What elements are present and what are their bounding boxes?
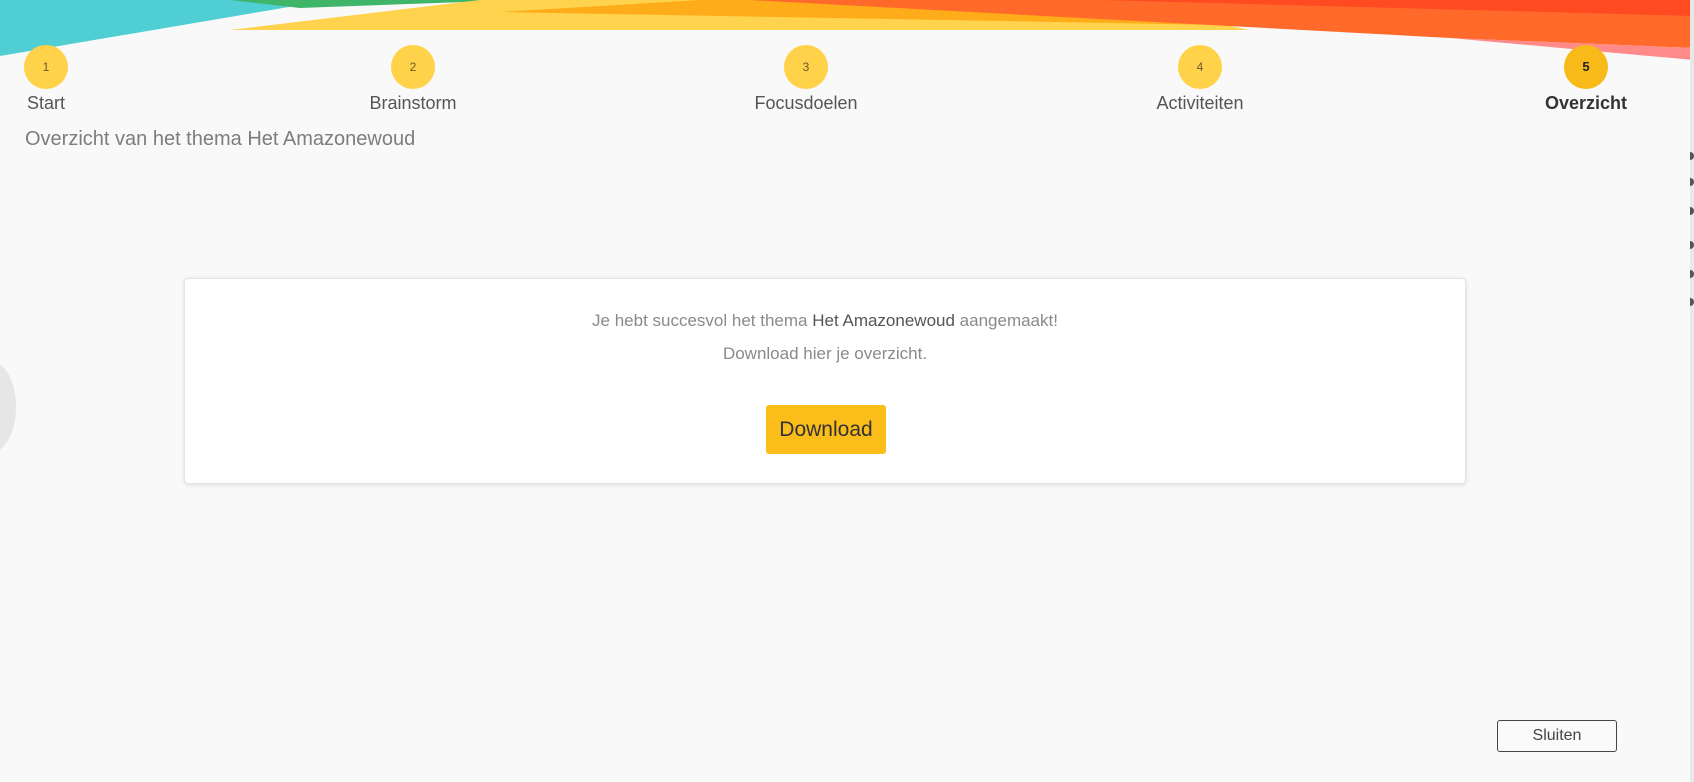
step-focusdoelen[interactable]: 3 Focusdoelen [736,45,876,114]
left-side-handle [0,362,16,452]
close-button[interactable]: Sluiten [1497,720,1617,752]
step-number-badge: 5 [1564,45,1608,89]
step-label: Start [26,93,65,113]
step-number-badge: 3 [784,45,828,89]
success-message: Je hebt succesvol het thema Het Amazonew… [185,311,1465,331]
step-label: Overzicht [1544,93,1628,113]
wizard-page: 1 Start 2 Brainstorm 3 Focusdoelen 4 Act… [0,0,1694,782]
page-title: Overzicht van het thema Het Amazonewoud [25,128,416,150]
success-message-suffix: aangemaakt! [959,311,1058,330]
step-activiteiten[interactable]: 4 Activiteiten [1130,45,1270,114]
theme-name: Het Amazonewoud [812,311,955,330]
step-number-badge: 1 [24,45,68,89]
step-label: Activiteiten [1156,93,1244,113]
download-button[interactable]: Download [766,405,886,454]
success-card: Je hebt succesvol het thema Het Amazonew… [184,278,1466,484]
success-message-prefix: Je hebt succesvol het thema [592,311,808,330]
right-edge-strip [1690,0,1694,782]
download-hint: Download hier je overzicht. [722,344,928,363]
step-label: Focusdoelen [754,93,858,113]
step-label: Brainstorm [369,93,457,113]
step-start[interactable]: 1 Start [0,45,116,114]
step-number-badge: 4 [1178,45,1222,89]
step-number-badge: 2 [391,45,435,89]
step-brainstorm[interactable]: 2 Brainstorm [343,45,483,114]
step-overzicht[interactable]: 5 Overzicht [1516,45,1656,114]
